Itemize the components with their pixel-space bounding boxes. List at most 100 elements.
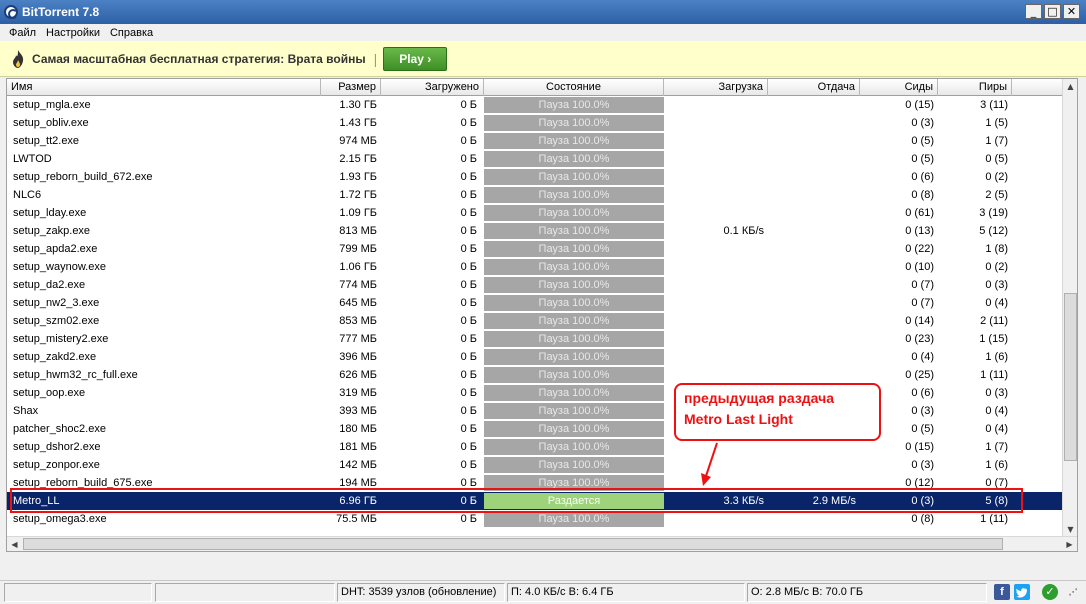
table-row[interactable]: setup_lday.exe 1.09 ГБ 0 Б Пауза 100.0% 0 (6… (7, 204, 1063, 222)
facebook-icon[interactable]: f (994, 584, 1010, 600)
torrent-name: setup_hwm32_rc_full.exe (13, 369, 138, 381)
close-button[interactable]: ✕ (1063, 4, 1080, 19)
torrent-downloaded: 0 Б (460, 441, 477, 453)
vertical-scrollbar[interactable]: ▲ ▼ (1062, 79, 1077, 537)
torrent-list[interactable]: Имя Размер Загружено Состояние Загрузка … (6, 78, 1078, 552)
maximize-button[interactable]: □ (1044, 4, 1061, 19)
table-row[interactable]: patcher_shoc2.exe 180 МБ 0 Б Пауза 100.0% 0 … (7, 420, 1063, 438)
torrent-downloaded: 0 Б (460, 495, 477, 507)
menu-help[interactable]: Справка (105, 27, 158, 39)
state-progress-bar: Пауза 100.0% (484, 349, 664, 365)
table-row[interactable]: Metro_LL 6.96 ГБ 0 Б Раздается 3.3 КБ/s 2.9 М… (7, 492, 1063, 510)
table-row[interactable]: setup_obliv.exe 1.43 ГБ 0 Б Пауза 100.0% 0 (… (7, 114, 1063, 132)
torrent-downloaded: 0 Б (460, 297, 477, 309)
state-progress-bar: Пауза 100.0% (484, 313, 664, 329)
torrent-downloaded: 0 Б (460, 189, 477, 201)
table-row[interactable]: setup_dshor2.exe 181 МБ 0 Б Пауза 100.0% 0 (… (7, 438, 1063, 456)
torrent-download-speed (664, 114, 768, 132)
state-progress-bar: Пауза 100.0% (484, 295, 664, 311)
torrent-peers: 0 (4) (985, 423, 1008, 435)
col-name[interactable]: Имя (7, 79, 321, 96)
torrent-download-speed (664, 132, 768, 150)
torrent-state: Пауза 100.0% (484, 330, 664, 348)
torrent-peers: 5 (8) (985, 495, 1008, 507)
table-row[interactable]: setup_tt2.exe 974 МБ 0 Б Пауза 100.0% 0 (5) 1… (7, 132, 1063, 150)
table-row[interactable]: Shax 393 МБ 0 Б Пауза 100.0% 0 (3) 0 (4) (7, 402, 1063, 420)
col-download-speed[interactable]: Загрузка (664, 79, 768, 96)
dht-status[interactable]: DHT: 3539 узлов (обновление) (337, 583, 505, 602)
table-row[interactable]: setup_reborn_build_675.exe 194 МБ 0 Б Пауза… (7, 474, 1063, 492)
table-row[interactable]: setup_reborn_build_672.exe 1.93 ГБ 0 Б Пауз… (7, 168, 1063, 186)
torrent-upload-speed (768, 474, 860, 492)
state-progress-bar: Пауза 100.0% (484, 115, 664, 131)
menu-settings[interactable]: Настройки (41, 27, 105, 39)
torrent-download-speed (664, 150, 768, 168)
connection-ok-icon[interactable]: ✓ (1042, 584, 1058, 600)
torrent-download-speed: 0.1 КБ/s (723, 225, 764, 237)
status-bar: DHT: 3539 узлов (обновление) П: 4.0 КБ/с… (0, 580, 1086, 604)
table-row[interactable]: setup_omega3.exe 75.5 МБ 0 Б Пауза 100.0% 0 … (7, 510, 1063, 528)
torrent-upload-speed (768, 312, 860, 330)
col-upload-speed[interactable]: Отдача (768, 79, 860, 96)
table-row[interactable]: setup_oop.exe 319 МБ 0 Б Пауза 100.0% 0 (6) 0… (7, 384, 1063, 402)
torrent-upload-speed (768, 204, 860, 222)
table-row[interactable]: setup_mistery2.exe 777 МБ 0 Б Пауза 100.0% 0… (7, 330, 1063, 348)
torrent-download-speed (664, 276, 768, 294)
resize-grip-icon[interactable]: ⋰ (1064, 584, 1082, 600)
torrent-download-speed (664, 96, 768, 114)
table-row[interactable]: setup_hwm32_rc_full.exe 626 МБ 0 Б Пауза 10… (7, 366, 1063, 384)
table-row[interactable]: setup_apda2.exe 799 МБ 0 Б Пауза 100.0% 0 (2… (7, 240, 1063, 258)
ad-text[interactable]: Самая масштабная бесплатная стратегия: В… (32, 52, 366, 66)
download-status[interactable]: П: 4.0 КБ/с В: 6.4 ГБ (507, 583, 745, 602)
col-state[interactable]: Состояние (484, 79, 664, 96)
col-downloaded[interactable]: Загружено (381, 79, 484, 96)
col-peers[interactable]: Пиры (938, 79, 1012, 96)
col-size[interactable]: Размер (321, 79, 381, 96)
minimize-button[interactable]: _ (1025, 4, 1042, 19)
scroll-left-icon[interactable]: ◀ (7, 537, 22, 551)
table-row[interactable]: setup_nw2_3.exe 645 МБ 0 Б Пауза 100.0% 0 (7… (7, 294, 1063, 312)
ad-banner: Самая масштабная бесплатная стратегия: В… (0, 41, 1086, 77)
torrent-download-speed (664, 186, 768, 204)
torrent-peers: 0 (3) (985, 387, 1008, 399)
table-row[interactable]: setup_szm02.exe 853 МБ 0 Б Пауза 100.0% 0 (1… (7, 312, 1063, 330)
menu-file[interactable]: Файл (4, 27, 41, 39)
torrent-downloaded: 0 Б (460, 423, 477, 435)
twitter-icon[interactable] (1014, 584, 1030, 600)
torrent-name: setup_obliv.exe (13, 117, 89, 129)
torrent-name: setup_da2.exe (13, 279, 86, 291)
torrent-state: Пауза 100.0% (484, 420, 664, 438)
horizontal-scroll-thumb[interactable] (23, 538, 1003, 550)
horizontal-scrollbar[interactable]: ◀ ▶ (7, 536, 1077, 551)
table-row[interactable]: setup_zakp.exe 813 МБ 0 Б Пауза 100.0% 0.1 К… (7, 222, 1063, 240)
col-seeds[interactable]: Сиды (860, 79, 938, 96)
table-row[interactable]: setup_waynow.exe 1.06 ГБ 0 Б Пауза 100.0% 0 … (7, 258, 1063, 276)
scroll-right-icon[interactable]: ▶ (1062, 537, 1077, 551)
play-button[interactable]: Play › (383, 46, 448, 71)
scroll-up-icon[interactable]: ▲ (1063, 79, 1077, 94)
torrent-size: 142 МБ (339, 459, 377, 471)
torrent-peers: 1 (7) (985, 441, 1008, 453)
torrent-seeds: 0 (61) (905, 207, 934, 219)
table-row[interactable]: setup_zonpor.exe 142 МБ 0 Б Пауза 100.0% 0 (… (7, 456, 1063, 474)
title-bar[interactable]: BitTorrent 7.8 _ □ ✕ (0, 0, 1086, 24)
table-row[interactable]: setup_mgla.exe 1.30 ГБ 0 Б Пауза 100.0% 0 (1… (7, 96, 1063, 114)
torrent-state: Пауза 100.0% (484, 240, 664, 258)
torrent-peers: 1 (5) (985, 117, 1008, 129)
table-row[interactable]: LWTOD 2.15 ГБ 0 Б Пауза 100.0% 0 (5) 0 (5) (7, 150, 1063, 168)
table-row[interactable]: setup_zakd2.exe 396 МБ 0 Б Пауза 100.0% 0 (4… (7, 348, 1063, 366)
table-row[interactable]: NLC6 1.72 ГБ 0 Б Пауза 100.0% 0 (8) 2 (5) (7, 186, 1063, 204)
torrent-state: Пауза 100.0% (484, 438, 664, 456)
torrent-peers: 2 (11) (980, 315, 1008, 327)
torrent-state: Пауза 100.0% (484, 366, 664, 384)
state-progress-bar: Пауза 100.0% (484, 403, 664, 419)
torrent-seeds: 0 (6) (911, 171, 934, 183)
torrent-size: 774 МБ (339, 279, 377, 291)
torrent-downloaded: 0 Б (460, 351, 477, 363)
torrent-size: 396 МБ (339, 351, 377, 363)
scroll-down-icon[interactable]: ▼ (1063, 522, 1077, 537)
vertical-scroll-thumb[interactable] (1064, 293, 1077, 461)
torrent-name: NLC6 (13, 189, 42, 201)
table-row[interactable]: setup_da2.exe 774 МБ 0 Б Пауза 100.0% 0 (7) 0… (7, 276, 1063, 294)
upload-status[interactable]: О: 2.8 МБ/с В: 70.0 ГБ (747, 583, 987, 602)
